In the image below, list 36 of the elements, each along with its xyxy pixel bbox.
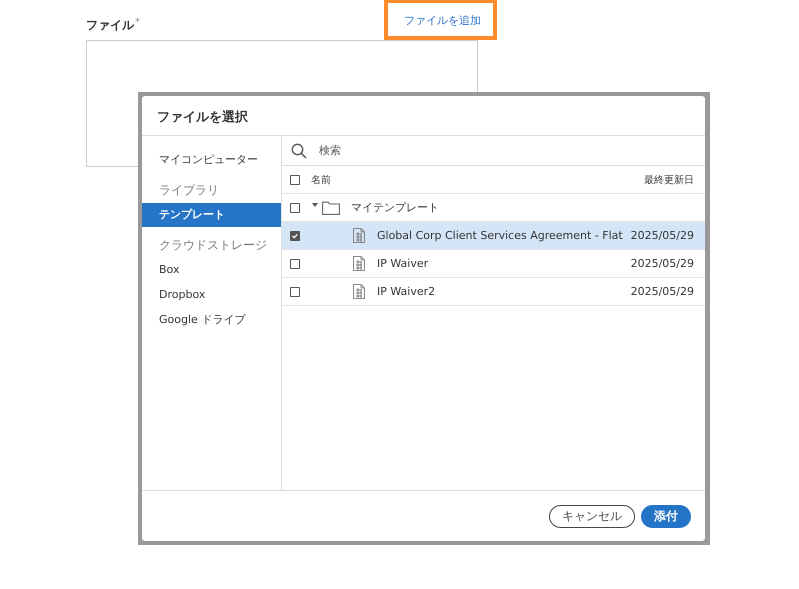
sidebar-heading: クラウドストレージ <box>158 237 268 254</box>
cancel-button[interactable]: キャンセル <box>549 504 635 528</box>
caret-icon[interactable] <box>312 202 318 206</box>
file-row[interactable]: IP Waiver2 2025/05/29 <box>282 278 705 306</box>
add-file-link[interactable]: ファイルを追加 <box>384 0 497 40</box>
column-header[interactable]: 最終更新日 <box>644 172 694 186</box>
modified-date: 2025/05/29 <box>630 285 694 298</box>
checkbox[interactable] <box>290 258 300 268</box>
column-header[interactable]: 名前 <box>311 172 331 186</box>
search-icon <box>291 142 307 158</box>
document-icon <box>353 256 365 271</box>
modified-date: 2025/05/29 <box>630 229 694 242</box>
file-name: IP Waiver <box>377 257 428 270</box>
sidebar-item[interactable]: マイコンピューター <box>142 148 281 172</box>
sidebar-item[interactable]: テンプレート <box>142 203 281 227</box>
document-icon <box>353 228 365 243</box>
attach-button[interactable]: 添付 <box>641 504 691 528</box>
required-mark: * <box>135 17 140 29</box>
file-row[interactable]: Global Corp Client Services Agreement - Flat 2025/05/29 <box>282 222 705 250</box>
sidebar-heading: ライブラリ <box>158 182 220 199</box>
checkbox[interactable] <box>290 286 300 296</box>
checkbox[interactable] <box>290 174 300 184</box>
document-icon <box>353 284 365 299</box>
checkbox[interactable] <box>290 230 300 240</box>
field-label: ファイル <box>86 17 134 34</box>
checkbox[interactable] <box>290 202 300 212</box>
file-name: IP Waiver2 <box>377 285 436 298</box>
file-row[interactable]: IP Waiver 2025/05/29 <box>282 250 705 278</box>
sidebar-item[interactable]: Dropbox <box>142 283 281 307</box>
file-name: Global Corp Client Services Agreement - Flat <box>377 229 623 242</box>
sidebar-item[interactable]: Box <box>142 258 281 282</box>
modified-date: 2025/05/29 <box>630 257 694 270</box>
folder-name: マイテンプレート <box>351 200 439 215</box>
dialog-title: ファイルを選択 <box>142 96 705 136</box>
folder-icon <box>322 200 340 214</box>
sidebar-item[interactable]: Google ドライブ <box>142 308 281 332</box>
